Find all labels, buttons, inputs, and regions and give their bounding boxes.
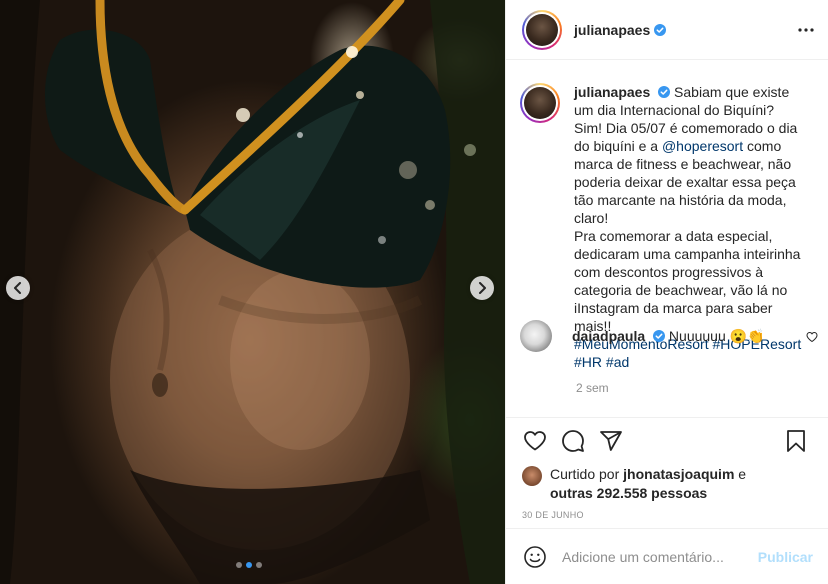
save-button[interactable]	[783, 428, 809, 454]
previous-image-button[interactable]	[6, 276, 30, 300]
post-media[interactable]	[0, 0, 505, 584]
post-header: julianapaes	[506, 0, 828, 60]
carousel-indicator	[236, 562, 262, 568]
author-avatar[interactable]	[522, 9, 562, 50]
commenter-avatar[interactable]	[520, 320, 552, 352]
comment-button[interactable]	[560, 428, 586, 454]
post-side-panel: julianapaes julianapaes Sabiam que exist…	[505, 0, 828, 584]
next-image-button[interactable]	[470, 276, 494, 300]
emoji-button[interactable]	[522, 544, 548, 570]
likes-summary: Curtido por jhonatasjoaquim e outras 292…	[506, 465, 828, 503]
send-icon	[600, 431, 622, 451]
carousel-dot	[236, 562, 242, 568]
like-comment-heart-icon[interactable]	[806, 331, 818, 343]
caption-age[interactable]: 2 sem	[576, 381, 817, 395]
liker-avatar[interactable]	[522, 466, 542, 486]
verified-badge-icon	[654, 23, 667, 36]
comment-text: Nuuuuuu 😮👏	[668, 327, 765, 344]
verified-badge-icon	[653, 329, 666, 342]
carousel-dot-active	[246, 562, 252, 568]
carousel-dot	[256, 562, 262, 568]
post-actions-section: Curtido por jhonatasjoaquim e outras 292…	[506, 417, 828, 520]
share-button[interactable]	[598, 428, 624, 454]
likes-prefix: Curtido por	[550, 466, 624, 482]
publish-button[interactable]: Publicar	[758, 549, 813, 565]
likes-connector: e	[734, 466, 747, 482]
chevron-right-icon	[479, 282, 486, 294]
comments-area[interactable]: julianapaes Sabiam que existe um dia Int…	[506, 61, 828, 421]
more-options-button[interactable]	[796, 20, 816, 40]
comment-item: daiadpaula Nuuuuuu 😮👏	[520, 320, 820, 352]
caption-username[interactable]: julianapaes	[574, 84, 650, 100]
more-horizontal-icon	[798, 28, 814, 32]
author-username[interactable]: julianapaes	[574, 22, 650, 38]
comment-bubble-icon	[562, 430, 584, 452]
caption-mention[interactable]: @hoperesort	[662, 138, 743, 154]
add-comment-bar: Publicar	[506, 528, 828, 584]
author-avatar-image	[526, 13, 558, 46]
likes-count-link[interactable]: outras 292.558 pessoas	[550, 485, 707, 501]
caption-body-3: Pra comemorar a data especial, dedicaram…	[574, 228, 801, 334]
comment-input[interactable]	[562, 548, 758, 565]
hashtag[interactable]: #HR	[574, 354, 602, 370]
action-bar	[506, 418, 828, 464]
hashtag[interactable]: #ad	[606, 354, 629, 370]
chevron-left-icon	[14, 282, 21, 294]
liker-username[interactable]: jhonatasjoaquim	[623, 466, 734, 482]
commenter-username[interactable]: daiadpaula	[572, 328, 645, 344]
post-photo	[0, 0, 505, 584]
post-date[interactable]: 30 DE JUNHO	[506, 510, 828, 520]
emoji-icon	[524, 545, 546, 568]
caption-author-avatar-image	[524, 87, 556, 119]
instagram-post: julianapaes julianapaes Sabiam que exist…	[0, 0, 828, 584]
like-button[interactable]	[522, 428, 548, 454]
verified-badge-icon	[658, 86, 671, 98]
bookmark-icon	[787, 430, 805, 452]
caption-author-avatar[interactable]	[520, 83, 560, 123]
heart-icon	[524, 431, 546, 451]
